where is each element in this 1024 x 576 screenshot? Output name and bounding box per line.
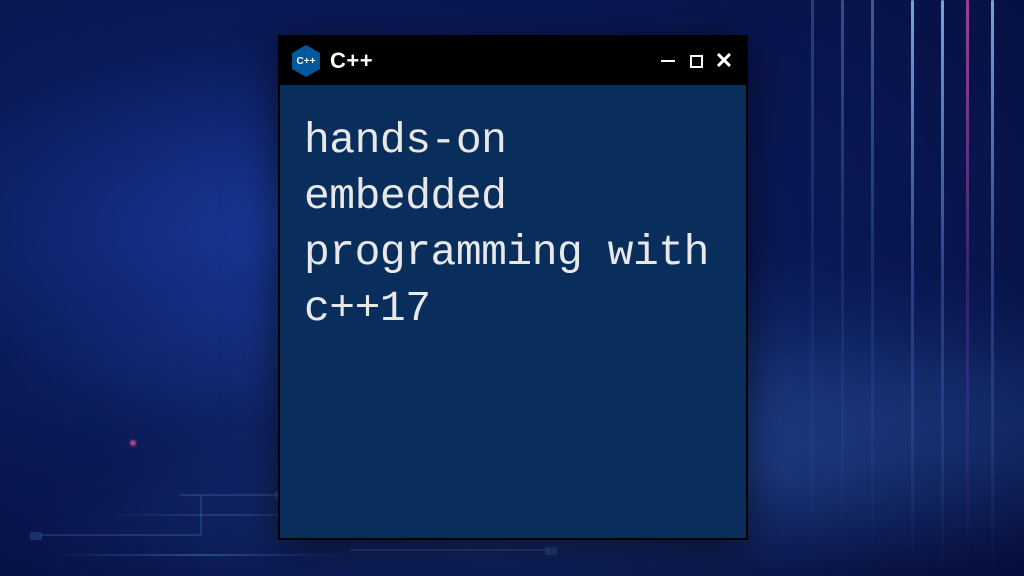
minimize-button[interactable] [658,51,678,71]
minimize-icon [661,60,675,63]
close-button[interactable]: ✕ [714,51,734,71]
close-icon: ✕ [715,50,733,72]
maximize-button[interactable] [686,51,706,71]
window-title: C++ [330,48,373,74]
maximize-icon [690,55,703,68]
window-controls: ✕ [658,51,734,71]
cpp-logo-icon: C++ [292,45,320,77]
terminal-window: C++ C++ ✕ hands-on embedded programming … [278,35,748,540]
body-text: hands-on embedded programming with c++17 [304,116,709,333]
window-titlebar[interactable]: C++ C++ ✕ [280,37,746,85]
terminal-body: hands-on embedded programming with c++17 [280,85,746,365]
titlebar-left: C++ C++ [292,45,373,77]
cpp-icon-text: C++ [297,56,316,67]
